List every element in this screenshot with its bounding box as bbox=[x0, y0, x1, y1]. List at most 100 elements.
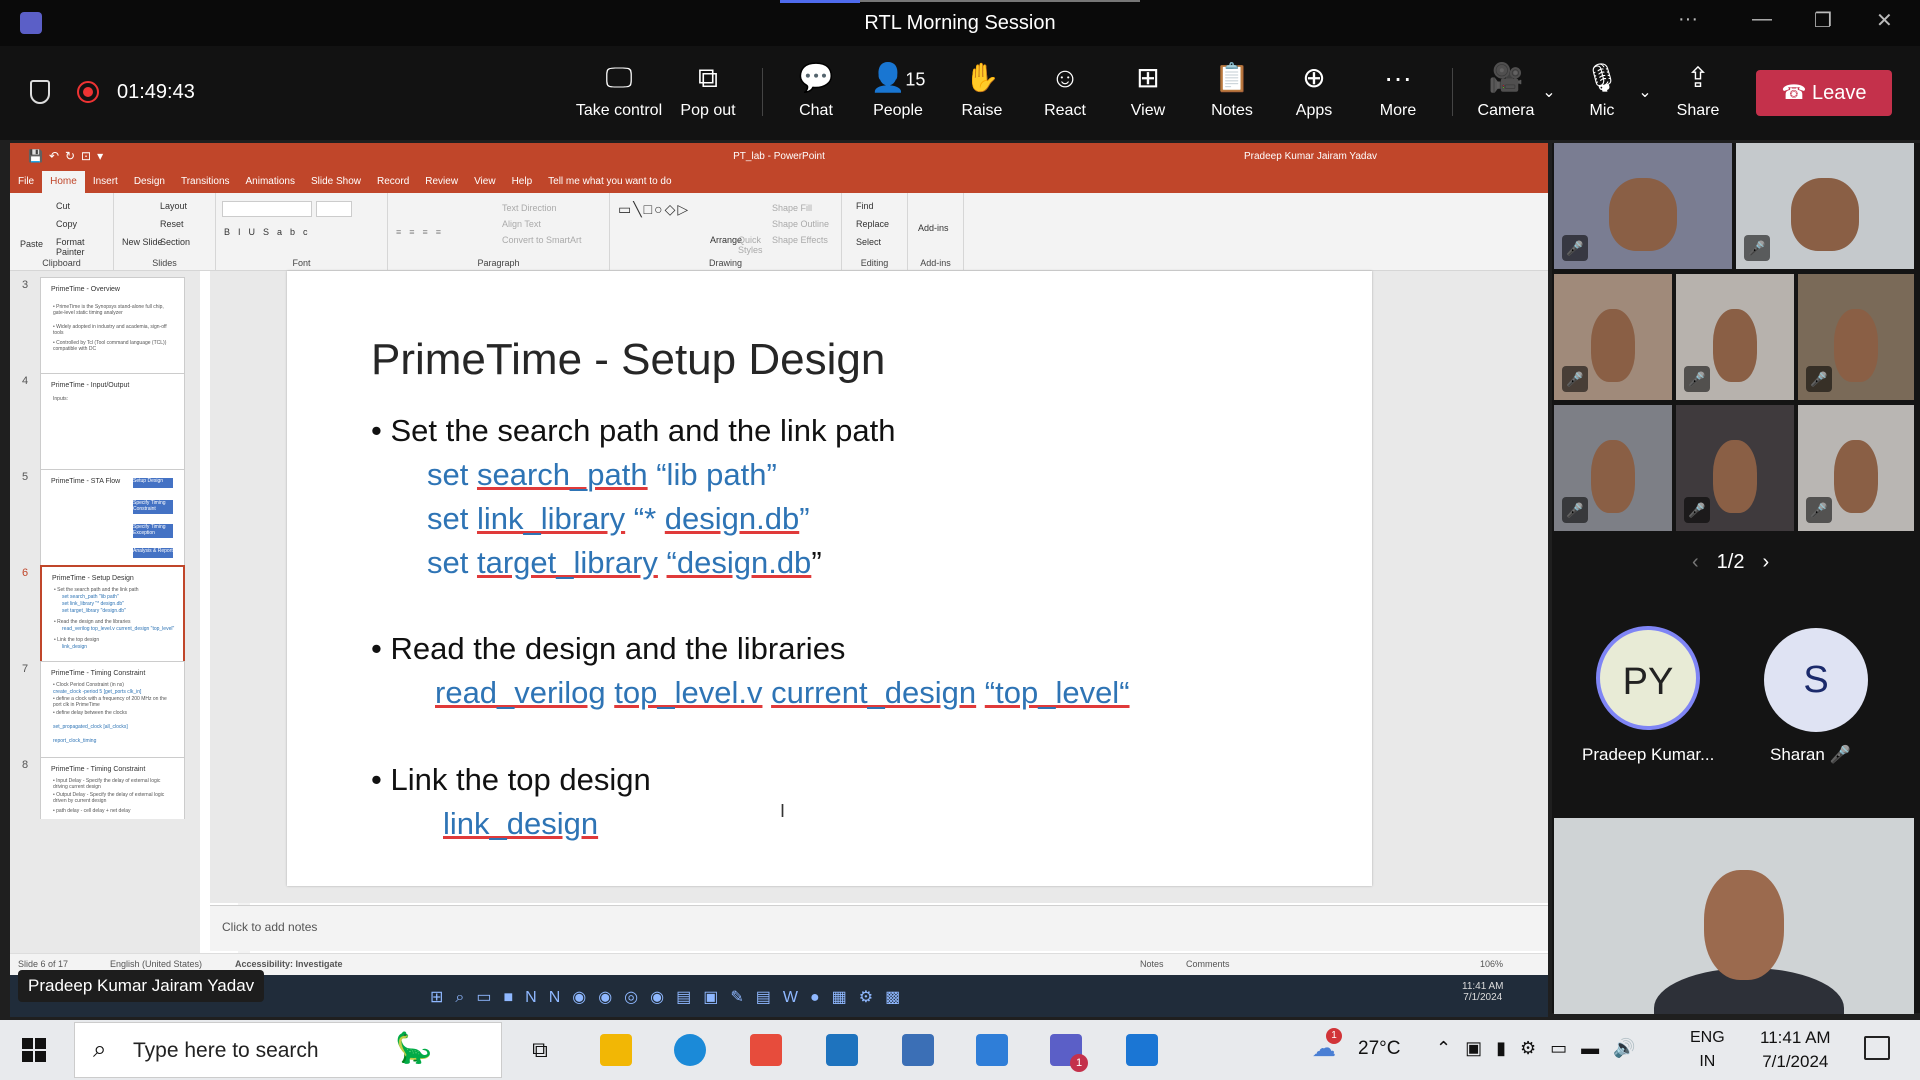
replace-button[interactable]: Replace bbox=[856, 219, 889, 229]
share-button[interactable]: ⇪ Share bbox=[1656, 60, 1740, 120]
mail-icon[interactable] bbox=[826, 1034, 858, 1066]
view-button[interactable]: ⊞ View bbox=[1106, 60, 1190, 120]
font-format-buttons[interactable]: BIUSabc bbox=[224, 227, 316, 237]
tab-transitions[interactable]: Transitions bbox=[173, 171, 238, 193]
file-explorer-icon[interactable] bbox=[600, 1034, 632, 1066]
new-slide-button[interactable]: New Slide bbox=[122, 237, 163, 247]
take-control-button[interactable]: 🖵 Take control bbox=[574, 60, 664, 120]
edge-browser-icon[interactable] bbox=[674, 1034, 706, 1066]
r-app-icon[interactable] bbox=[976, 1034, 1008, 1066]
quick-styles-button[interactable]: Quick Styles bbox=[738, 235, 763, 255]
tab-record[interactable]: Record bbox=[369, 171, 417, 193]
slide-thumbnail[interactable]: PrimeTime - Timing Constraint • Clock Pe… bbox=[40, 661, 185, 763]
zoom-level[interactable]: 106% bbox=[1480, 959, 1503, 969]
avatar-sharan[interactable]: S bbox=[1764, 628, 1868, 732]
participant-video-tile[interactable]: 🎤 bbox=[1676, 405, 1794, 531]
more-button[interactable]: ··· More bbox=[1356, 60, 1440, 120]
weather-temperature[interactable]: 27°C bbox=[1358, 1038, 1400, 1060]
remote-desktop-icon[interactable] bbox=[902, 1034, 934, 1066]
participant-video-tile[interactable]: 🎤 bbox=[1798, 274, 1914, 400]
chat-button[interactable]: 💬 Chat bbox=[774, 60, 858, 120]
more-options-icon[interactable]: ··· bbox=[1678, 8, 1698, 31]
font-name-combo[interactable] bbox=[222, 201, 312, 217]
raise-hand-button[interactable]: ✋ Raise bbox=[940, 60, 1024, 120]
close-window-icon[interactable]: ✕ bbox=[1876, 8, 1893, 33]
avatar-pradeep[interactable]: PY bbox=[1596, 626, 1700, 730]
participant-video-tile[interactable]: 🎤 bbox=[1736, 143, 1914, 269]
tab-design[interactable]: Design bbox=[126, 171, 173, 193]
status-notes-button[interactable]: Notes bbox=[1140, 959, 1164, 969]
people-button[interactable]: 👤15 People bbox=[856, 60, 940, 120]
current-slide[interactable]: PrimeTime - Setup Design • Set the searc… bbox=[287, 271, 1372, 886]
participant-video-tile[interactable]: 🎤 bbox=[1798, 405, 1914, 531]
slide-thumbnail[interactable]: PrimeTime - Overview • PrimeTime is the … bbox=[40, 277, 185, 379]
accessibility-status[interactable]: Accessibility: Investigate bbox=[235, 959, 343, 969]
apps-button[interactable]: ⊕ Apps bbox=[1272, 60, 1356, 120]
tell-me-search[interactable]: Tell me what you want to do bbox=[540, 171, 679, 193]
teams-taskbar-icon[interactable]: 1 bbox=[1050, 1034, 1088, 1072]
minimize-window-icon[interactable]: — bbox=[1752, 8, 1772, 31]
weather-cloud-icon[interactable]: ☁ 1 bbox=[1312, 1028, 1342, 1063]
paragraph-align-buttons[interactable]: ≡≡≡≡ bbox=[396, 227, 449, 237]
slide-thumbnail-selected[interactable]: PrimeTime - Setup Design • Set the searc… bbox=[40, 565, 185, 667]
slide-thumbnail[interactable]: PrimeTime - Input/Output Inputs: bbox=[40, 373, 185, 475]
react-button[interactable]: ☺ React bbox=[1023, 60, 1107, 120]
select-button[interactable]: Select bbox=[856, 237, 881, 247]
reset-button[interactable]: Reset bbox=[160, 219, 184, 229]
participant-video-tile[interactable]: 🎤 bbox=[1554, 274, 1672, 400]
photos-icon[interactable] bbox=[1126, 1034, 1158, 1066]
tab-slide-show[interactable]: Slide Show bbox=[303, 171, 369, 193]
slide-thumbnail[interactable]: PrimeTime - Timing Constraint • Input De… bbox=[40, 757, 185, 819]
shape-outline-button[interactable]: Shape Outline bbox=[772, 219, 829, 229]
tab-animations[interactable]: Animations bbox=[238, 171, 303, 193]
tab-view[interactable]: View bbox=[466, 171, 504, 193]
windows-start-icon[interactable] bbox=[22, 1038, 46, 1062]
convert-smartart-button[interactable]: Convert to SmartArt bbox=[502, 235, 582, 245]
people-label: People bbox=[873, 102, 923, 119]
chevron-right-icon[interactable]: › bbox=[1762, 551, 1769, 573]
input-language[interactable]: ENG IN bbox=[1690, 1026, 1725, 1074]
tab-help[interactable]: Help bbox=[504, 171, 541, 193]
cut-button[interactable]: Cut bbox=[56, 201, 70, 211]
tab-file[interactable]: File bbox=[10, 171, 42, 193]
find-button[interactable]: Find bbox=[856, 201, 874, 211]
notifications-icon[interactable] bbox=[1864, 1036, 1890, 1060]
addins-button[interactable]: Add-ins bbox=[918, 223, 949, 233]
participant-video-tile[interactable]: 🎤 bbox=[1554, 405, 1672, 531]
tab-home[interactable]: Home bbox=[42, 171, 85, 193]
paste-button[interactable]: Paste bbox=[20, 239, 43, 249]
mic-options-chevron-icon[interactable]: ⌄ bbox=[1632, 82, 1658, 102]
self-video-preview[interactable] bbox=[1554, 818, 1914, 1014]
layout-button[interactable]: Layout bbox=[160, 201, 187, 211]
taskbar-search-box[interactable]: ⌕ Type here to search 🦕 bbox=[74, 1022, 502, 1078]
format-painter-button[interactable]: Format Painter bbox=[56, 237, 113, 257]
status-comments-button[interactable]: Comments bbox=[1186, 959, 1230, 969]
microsoft-store-icon[interactable] bbox=[750, 1034, 782, 1066]
chevron-left-icon[interactable]: ‹ bbox=[1692, 551, 1699, 573]
tab-review[interactable]: Review bbox=[417, 171, 466, 193]
pop-out-button[interactable]: ⧉ Pop out bbox=[666, 60, 750, 120]
shape-fill-button[interactable]: Shape Fill bbox=[772, 203, 812, 213]
task-view-icon[interactable]: ⧉ bbox=[524, 1034, 556, 1066]
thumbnail-title: PrimeTime - Timing Constraint bbox=[51, 766, 146, 773]
align-text-button[interactable]: Align Text bbox=[502, 219, 541, 229]
tab-insert[interactable]: Insert bbox=[85, 171, 126, 193]
participant-video-tile[interactable]: 🎤 bbox=[1554, 143, 1732, 269]
bullet-text: Set the search path and the link path bbox=[390, 413, 896, 448]
camera-options-chevron-icon[interactable]: ⌄ bbox=[1536, 82, 1562, 102]
notes-pane[interactable]: Click to add notes bbox=[210, 905, 1548, 951]
section-button[interactable]: Section bbox=[160, 237, 190, 247]
copy-button[interactable]: Copy bbox=[56, 219, 77, 229]
system-tray-icons[interactable]: ⌃▣▮⚙▭▬🔊 bbox=[1436, 1038, 1650, 1059]
shapes-gallery[interactable]: ▭╲□○◇▷ bbox=[618, 201, 690, 218]
slide-thumbnail[interactable]: PrimeTime - STA Flow Setup Design Specif… bbox=[40, 469, 185, 571]
font-size-combo[interactable] bbox=[316, 201, 352, 217]
taskbar-clock[interactable]: 11:41 AM 7/1/2024 bbox=[1760, 1026, 1831, 1074]
language-status[interactable]: English (United States) bbox=[110, 959, 202, 969]
leave-button[interactable]: ☎ Leave bbox=[1756, 70, 1892, 116]
participant-video-tile[interactable]: 🎤 bbox=[1676, 274, 1794, 400]
notes-button[interactable]: 📋 Notes bbox=[1190, 60, 1274, 120]
text-direction-button[interactable]: Text Direction bbox=[502, 203, 557, 213]
restore-window-icon[interactable]: ❐ bbox=[1814, 8, 1832, 33]
shape-effects-button[interactable]: Shape Effects bbox=[772, 235, 828, 245]
